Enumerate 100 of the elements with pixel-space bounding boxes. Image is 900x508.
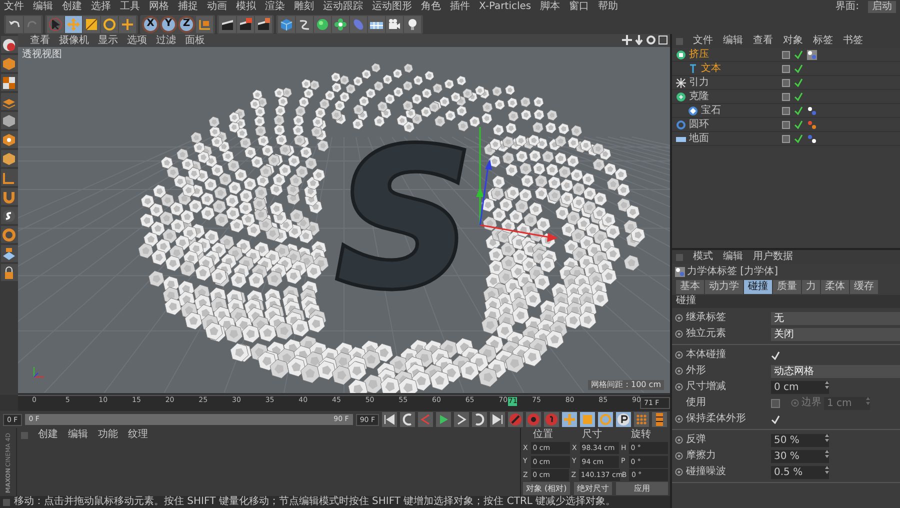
menu-item[interactable]: 书签: [843, 35, 863, 47]
animation-dot-icon[interactable]: [675, 415, 683, 423]
dropdown-field[interactable]: 无: [771, 312, 900, 324]
grid-icon[interactable]: [0, 245, 18, 262]
menu-item[interactable]: 编辑: [723, 35, 743, 47]
dropdown-field[interactable]: 动态网格: [771, 364, 900, 378]
zoom-view-icon[interactable]: [634, 35, 644, 45]
menu-item[interactable]: 雕刻: [294, 1, 314, 13]
menu-item[interactable]: 插件: [450, 1, 470, 13]
menu-item[interactable]: 模拟: [236, 1, 256, 13]
enabled-check-icon[interactable]: [794, 106, 803, 115]
object-name[interactable]: 挤压: [689, 48, 709, 60]
record-icon[interactable]: [544, 412, 559, 428]
menu-item[interactable]: 编辑: [723, 251, 743, 263]
menu-item[interactable]: 文件: [4, 1, 24, 13]
window-icon[interactable]: [658, 35, 668, 45]
clapperboard-icon[interactable]: [255, 16, 272, 32]
menu-item[interactable]: 工具: [120, 1, 140, 13]
menu-item[interactable]: 脚本: [540, 1, 560, 13]
enabled-check-icon[interactable]: [794, 78, 803, 87]
tab[interactable]: 柔体: [821, 280, 849, 294]
number-field[interactable]: 0.5 %: [771, 466, 829, 478]
menu-item[interactable]: 用户数据: [753, 251, 793, 263]
menu-item[interactable]: 标签: [813, 35, 833, 47]
object-name[interactable]: 文本: [701, 62, 721, 74]
menu-item[interactable]: 创建: [62, 1, 82, 13]
animation-dot-icon[interactable]: [675, 383, 683, 391]
cube-icon[interactable]: [278, 16, 295, 32]
parameter-key-icon[interactable]: [616, 412, 631, 428]
go-to-end-icon[interactable]: [490, 412, 505, 428]
layout-dropdown[interactable]: 启动: [868, 1, 896, 13]
object-name[interactable]: 地面: [689, 132, 709, 144]
axis-lock-button[interactable]: X: [142, 16, 159, 32]
clapperboard-icon[interactable]: [219, 16, 236, 32]
flower-icon[interactable]: [332, 16, 349, 32]
menu-item[interactable]: 选择: [91, 1, 111, 13]
animation-dot-icon[interactable]: [675, 468, 683, 476]
move-view-icon[interactable]: [622, 35, 632, 45]
object-name[interactable]: 宝石: [701, 104, 721, 116]
next-frame-icon[interactable]: [454, 412, 469, 428]
object-name[interactable]: 克隆: [689, 90, 709, 102]
undo-icon[interactable]: [6, 16, 23, 32]
dropdown-field[interactable]: 关闭: [771, 328, 900, 340]
corner-icon[interactable]: [0, 169, 18, 186]
spinner-icon[interactable]: [825, 380, 829, 388]
go-to-start-icon[interactable]: [382, 412, 397, 428]
menu-item[interactable]: X-Particles: [479, 1, 532, 13]
object-name[interactable]: 圆环: [689, 118, 709, 130]
enabled-check-icon[interactable]: [794, 134, 803, 143]
clapperboard-icon[interactable]: [237, 16, 254, 32]
tab[interactable]: 动力学: [705, 280, 743, 294]
spinner-icon[interactable]: [825, 434, 829, 442]
move-tool-icon[interactable]: [65, 16, 82, 32]
film-strip-icon[interactable]: [652, 412, 667, 428]
menu-item[interactable]: 编辑: [33, 1, 53, 13]
enabled-check-icon[interactable]: [794, 50, 803, 59]
rotate-icon[interactable]: [0, 226, 18, 243]
tab[interactable]: 缓存: [850, 280, 878, 294]
menu-item[interactable]: 捕捉: [178, 1, 198, 13]
camera-icon[interactable]: [386, 16, 403, 32]
layers-icon[interactable]: [0, 93, 18, 110]
tab[interactable]: 力: [802, 280, 820, 294]
lock-icon[interactable]: [0, 264, 18, 281]
spinner-icon[interactable]: [825, 450, 829, 458]
menu-item[interactable]: 查看: [753, 35, 773, 47]
menu-item[interactable]: 运动跟踪: [323, 1, 363, 13]
number-field[interactable]: 50 %: [771, 434, 829, 446]
cube-icon[interactable]: [0, 150, 18, 167]
menu-item[interactable]: 角色: [421, 1, 441, 13]
spinner-icon[interactable]: [825, 466, 829, 474]
number-field[interactable]: 0 cm: [771, 380, 829, 394]
light-bulb-icon[interactable]: [404, 16, 421, 32]
menu-item[interactable]: 纹理: [128, 429, 148, 441]
rotate-key-icon[interactable]: [598, 412, 613, 428]
menu-item[interactable]: 对象: [783, 35, 803, 47]
sphere-icon[interactable]: [0, 36, 18, 53]
coordinate-system-icon[interactable]: [196, 16, 213, 32]
axis-lock-button[interactable]: Y: [160, 16, 177, 32]
menu-item[interactable]: 功能: [98, 429, 118, 441]
previous-key-icon[interactable]: [400, 412, 415, 428]
rotate-tool-icon[interactable]: [101, 16, 118, 32]
play-icon[interactable]: [436, 412, 451, 428]
menu-item[interactable]: 编辑: [68, 429, 88, 441]
move-key-icon[interactable]: [562, 412, 577, 428]
enabled-check-icon[interactable]: [794, 92, 803, 101]
menu-item[interactable]: 过滤: [156, 34, 176, 46]
animation-dot-icon[interactable]: [675, 452, 683, 460]
menu-item[interactable]: 网格: [149, 1, 169, 13]
animation-dot-icon[interactable]: [675, 330, 683, 338]
menu-item[interactable]: 显示: [98, 34, 118, 46]
rotate-view-icon[interactable]: [646, 35, 656, 45]
menu-item[interactable]: 帮助: [598, 1, 618, 13]
animation-dot-icon[interactable]: [675, 351, 683, 359]
animation-dot-icon[interactable]: [675, 436, 683, 444]
cube-icon[interactable]: [0, 131, 18, 148]
scale-key-icon[interactable]: [580, 412, 595, 428]
tab[interactable]: 碰撞: [744, 280, 772, 294]
cube-icon[interactable]: [0, 112, 18, 129]
select-tool-icon[interactable]: [47, 16, 64, 32]
tag-icon[interactable]: [807, 106, 817, 116]
